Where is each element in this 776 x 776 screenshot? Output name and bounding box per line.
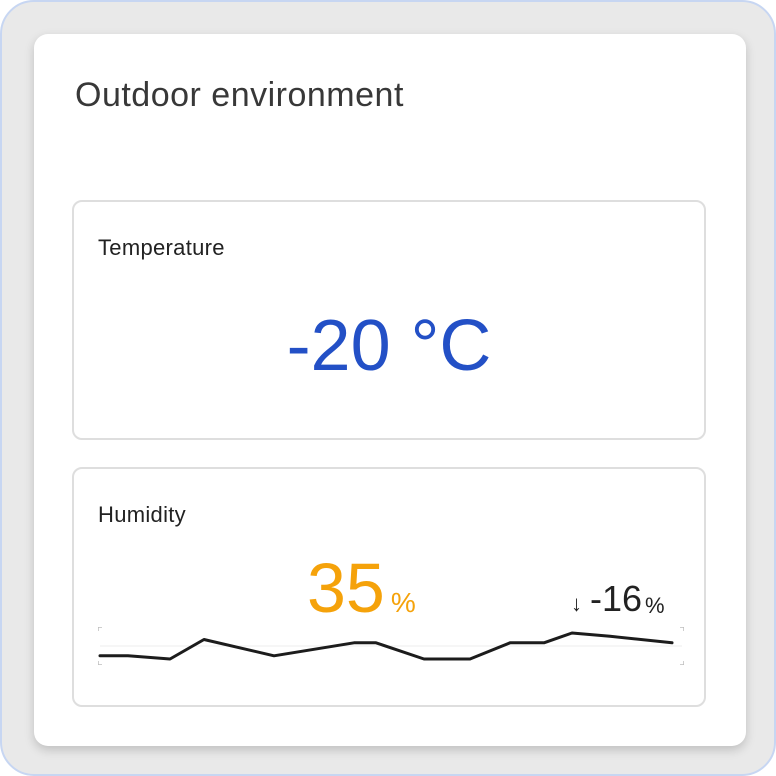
- temperature-value: -20 °C: [286, 306, 492, 386]
- humidity-trend: ↓ -16%: [571, 581, 665, 617]
- temperature-tile[interactable]: Temperature -20 °C: [72, 200, 706, 440]
- arrow-down-icon: ↓: [571, 591, 582, 616]
- trend-value: -16: [590, 578, 643, 619]
- humidity-sparkline: [98, 627, 684, 665]
- temperature-label: Temperature: [98, 235, 225, 260]
- humidity-value: 35: [307, 549, 385, 627]
- outdoor-environment-card: Outdoor environment Temperature -20 °C H…: [34, 34, 746, 746]
- humidity-value-group: 35%: [307, 553, 416, 623]
- humidity-label: Humidity: [98, 502, 186, 527]
- humidity-unit: %: [390, 587, 416, 618]
- device-frame: Outdoor environment Temperature -20 °C H…: [0, 0, 776, 776]
- trend-unit: %: [645, 593, 665, 618]
- card-title: Outdoor environment: [75, 76, 404, 114]
- humidity-tile[interactable]: Humidity 35% ↓ -16%: [72, 467, 706, 707]
